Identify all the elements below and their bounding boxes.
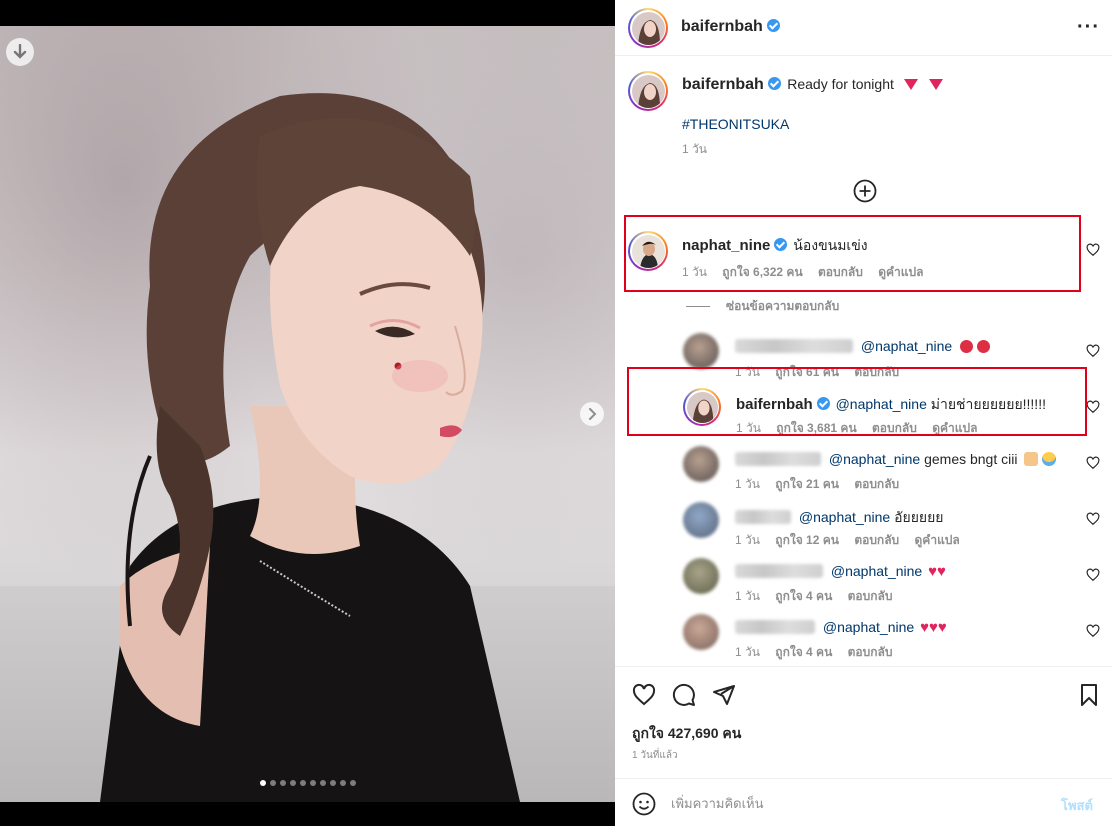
carousel-dot bbox=[289, 780, 296, 786]
caption-avatar-image bbox=[631, 74, 665, 108]
blurred-username[interactable] bbox=[735, 510, 791, 524]
carousel-dot bbox=[269, 780, 276, 786]
reply-avatar[interactable] bbox=[683, 502, 719, 538]
comment-bubble-icon[interactable] bbox=[672, 683, 696, 707]
author-avatar-image bbox=[631, 11, 665, 45]
carousel-indicator bbox=[0, 780, 615, 786]
author-username[interactable]: baifernbah bbox=[681, 18, 780, 36]
carousel-dot bbox=[349, 780, 356, 786]
likes-count[interactable]: ถูกใจ 427,690 คน bbox=[632, 723, 741, 745]
red-heart-icon: ♥ bbox=[920, 619, 929, 636]
red-circle-icon bbox=[976, 340, 990, 353]
highlight-box bbox=[627, 367, 1087, 436]
carousel-dot bbox=[259, 780, 266, 786]
arrow-down-icon bbox=[13, 44, 27, 59]
carousel-dot bbox=[279, 780, 286, 786]
verified-badge-icon bbox=[766, 19, 780, 32]
comment-input[interactable] bbox=[671, 791, 1051, 815]
carousel-dot bbox=[309, 780, 316, 786]
more-options-icon[interactable]: ··· bbox=[1077, 16, 1100, 39]
reply-avatar[interactable] bbox=[683, 333, 719, 369]
reply-avatar[interactable] bbox=[683, 614, 719, 650]
like-reply-heart-icon[interactable] bbox=[1086, 624, 1100, 638]
post-details-panel: baifernbah ··· baifernbah Ready for toni… bbox=[615, 0, 1112, 826]
blurred-username[interactable] bbox=[735, 452, 821, 466]
reply-time: 1 วัน bbox=[735, 645, 760, 659]
blurred-username[interactable] bbox=[735, 620, 815, 634]
like-reply-heart-icon[interactable] bbox=[1086, 344, 1100, 358]
reply-mention[interactable]: @naphat_nine bbox=[829, 451, 920, 467]
load-more-comments-icon[interactable] bbox=[853, 179, 877, 203]
verified-badge-icon bbox=[767, 77, 781, 90]
reply-likes[interactable]: ถูกใจ 4 คน bbox=[775, 645, 832, 659]
post-photo[interactable] bbox=[0, 26, 615, 802]
reply-time: 1 วัน bbox=[735, 589, 760, 603]
add-comment-bar: โพสต์ bbox=[615, 778, 1112, 826]
crying-face-icon bbox=[1042, 452, 1057, 466]
chevron-right-icon bbox=[589, 408, 597, 420]
red-heart-icon: ♥ bbox=[928, 563, 937, 580]
portrait-illustration bbox=[100, 93, 520, 802]
download-button[interactable] bbox=[6, 38, 34, 66]
post-timestamp: 1 วันที่แล้ว bbox=[632, 750, 678, 761]
reply-likes[interactable]: ถูกใจ 4 คน bbox=[775, 589, 832, 603]
reply-likes[interactable]: ถูกใจ 21 คน bbox=[775, 477, 839, 491]
post-header: baifernbah ··· bbox=[615, 0, 1112, 56]
like-reply-heart-icon[interactable] bbox=[1086, 456, 1100, 470]
caption-author-avatar[interactable] bbox=[628, 71, 668, 111]
like-reply-heart-icon[interactable] bbox=[1086, 512, 1100, 526]
reply-button[interactable]: ตอบกลับ bbox=[854, 533, 899, 547]
reply-mention[interactable]: @naphat_nine bbox=[861, 338, 952, 354]
emoji-icon[interactable] bbox=[632, 792, 656, 816]
red-down-triangle-icon bbox=[904, 79, 919, 90]
reply-time: 1 วัน bbox=[735, 533, 760, 547]
post-media bbox=[0, 0, 615, 826]
caption-hashtag[interactable]: #THEONITSUKA bbox=[682, 116, 789, 132]
red-down-triangle-icon bbox=[928, 79, 943, 90]
reply-avatar[interactable] bbox=[683, 558, 719, 594]
carousel-dot bbox=[319, 780, 326, 786]
reply-text: อัยยยยย bbox=[894, 509, 944, 525]
like-reply-heart-icon[interactable] bbox=[1086, 568, 1100, 582]
red-heart-icon: ♥ bbox=[936, 563, 946, 580]
red-circle-icon bbox=[960, 340, 974, 353]
like-heart-icon[interactable] bbox=[632, 683, 656, 707]
bookmark-icon[interactable] bbox=[1077, 683, 1101, 707]
reply-mention[interactable]: @naphat_nine bbox=[831, 563, 922, 579]
like-reply-heart-icon[interactable] bbox=[1086, 400, 1100, 414]
reply-button[interactable]: ตอบกลับ bbox=[848, 589, 893, 603]
red-heart-icon: ♥ bbox=[928, 619, 938, 636]
hide-replies-button[interactable]: ซ่อนข้อความตอบกลับ bbox=[686, 297, 839, 316]
caption-username[interactable]: baifernbah bbox=[682, 76, 764, 93]
reply-avatar[interactable] bbox=[683, 446, 719, 482]
blurred-username[interactable] bbox=[735, 339, 853, 353]
highlight-box bbox=[624, 215, 1081, 292]
reply-time: 1 วัน bbox=[735, 477, 760, 491]
red-heart-icon: ♥ bbox=[937, 619, 947, 636]
reply-button[interactable]: ตอบกลับ bbox=[854, 477, 899, 491]
carousel-dot bbox=[339, 780, 346, 786]
reply-text: gemes bngt ciii bbox=[924, 451, 1018, 467]
share-send-icon[interactable] bbox=[712, 683, 736, 707]
like-comment-heart-icon[interactable] bbox=[1086, 243, 1100, 257]
reply-button[interactable]: ตอบกลับ bbox=[848, 645, 893, 659]
post-actions: ถูกใจ 427,690 คน 1 วันที่แล้ว bbox=[615, 666, 1112, 776]
carousel-dot bbox=[299, 780, 306, 786]
blurred-username[interactable] bbox=[735, 564, 823, 578]
pinching-hand-icon bbox=[1024, 452, 1039, 466]
caption-time: 1 วัน bbox=[682, 142, 707, 156]
post-comment-button[interactable]: โพสต์ bbox=[1061, 795, 1093, 816]
reply-likes[interactable]: ถูกใจ 12 คน bbox=[775, 533, 839, 547]
caption-text: Ready for tonight bbox=[787, 76, 894, 92]
author-avatar[interactable] bbox=[628, 8, 668, 48]
carousel-dot bbox=[329, 780, 336, 786]
translate-button[interactable]: ดูคำแปล bbox=[915, 533, 960, 547]
reply-mention[interactable]: @naphat_nine bbox=[799, 509, 890, 525]
carousel-next-button[interactable] bbox=[580, 402, 604, 426]
reply-mention[interactable]: @naphat_nine bbox=[823, 619, 914, 635]
